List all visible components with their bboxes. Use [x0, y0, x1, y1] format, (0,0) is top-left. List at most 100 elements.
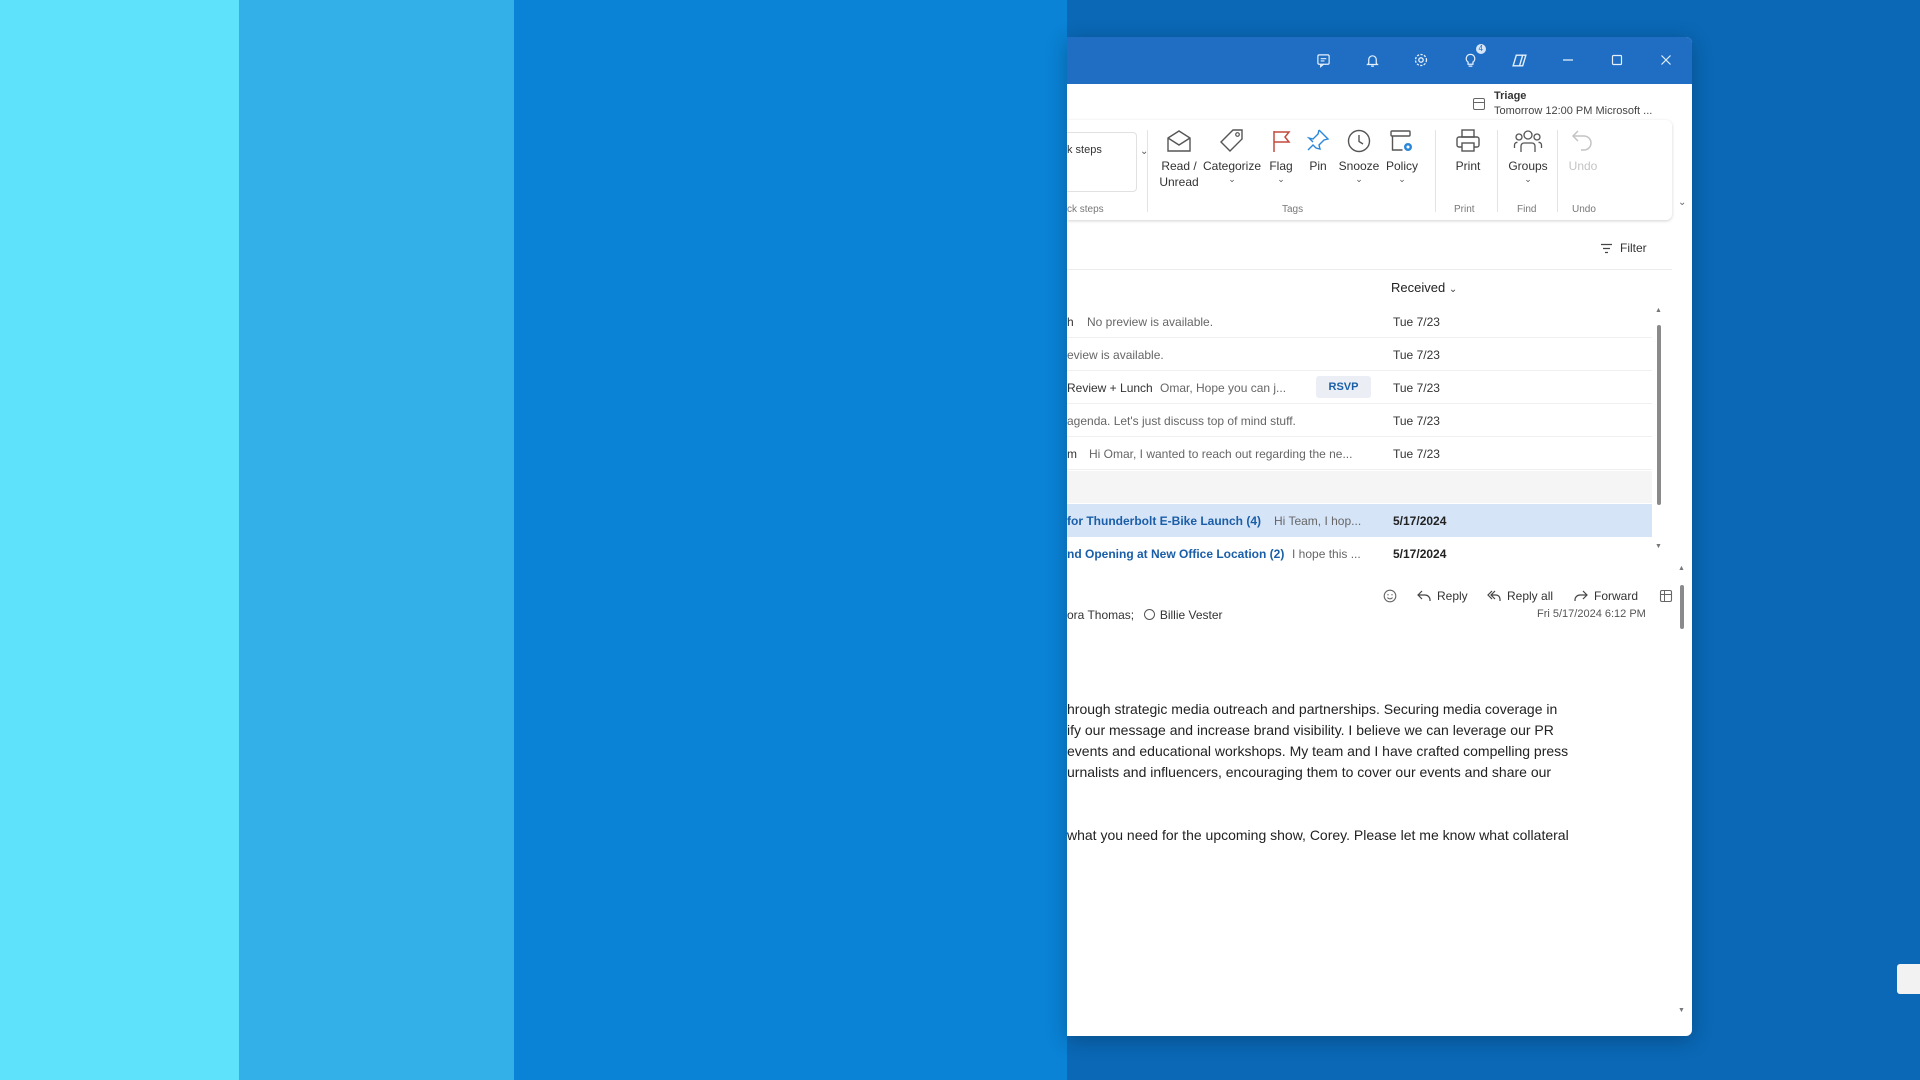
reply-all-button[interactable]: Reply all	[1487, 589, 1553, 603]
scroll-down-icon[interactable]: ▼	[1678, 1007, 1685, 1014]
ribbon: k steps ⌄ ck steps Read / Unread Categor…	[1067, 120, 1672, 220]
undo-group-label: Undo	[1572, 204, 1596, 215]
scroll-down-icon[interactable]: ▼	[1655, 543, 1662, 550]
message-date: Tue 7/23	[1393, 447, 1440, 461]
snooze-chevron-icon: ⌄	[1355, 174, 1363, 184]
quick-steps-group-label: ck steps	[1067, 204, 1104, 215]
recipient-name[interactable]: Billie Vester	[1160, 608, 1223, 622]
ribbon-separator	[1147, 130, 1148, 212]
print-button[interactable]: Print	[1446, 128, 1490, 174]
copilot-icon[interactable]	[1506, 47, 1532, 73]
flag-label: Flag	[1269, 159, 1293, 173]
undo-icon	[1571, 130, 1592, 151]
tag-icon	[1220, 129, 1243, 152]
policy-label: Policy	[1385, 159, 1418, 173]
gear-icon[interactable]	[1408, 47, 1434, 73]
tags-group-label: Tags	[1282, 204, 1304, 215]
scroll-up-icon[interactable]: ▲	[1655, 307, 1662, 314]
ribbon-separator	[1435, 130, 1436, 212]
reply-label: Reply	[1437, 589, 1468, 603]
message-body-line: hrough strategic media outreach and part…	[1067, 701, 1558, 717]
pin-button[interactable]: Pin	[1301, 128, 1335, 174]
message-row[interactable]: agenda. Let's just discuss top of mind s…	[1067, 404, 1652, 437]
message-row[interactable]: h No preview is available. Tue 7/23	[1067, 305, 1652, 338]
message-body-line: urnalists and influencers, encouraging t…	[1067, 764, 1552, 780]
recipient-line: ora Thomas; Billie Vester	[1067, 608, 1223, 622]
message-row[interactable]: nd Opening at New Office Location (2) I …	[1067, 537, 1652, 570]
reading-pane-scrollbar[interactable]: ▲ ▼	[1678, 565, 1686, 1025]
background-stripe-1	[0, 0, 239, 1080]
list-header-divider	[1067, 269, 1672, 270]
groups-button[interactable]: Groups ⌄	[1505, 128, 1551, 184]
people-icon	[1513, 130, 1543, 152]
message-date: Tue 7/23	[1393, 414, 1440, 428]
pin-icon	[1306, 129, 1330, 151]
notepad-icon[interactable]	[1310, 47, 1336, 73]
message-body-line: events and educational workshops. My tea…	[1067, 743, 1569, 759]
message-row[interactable]: eview is available. Tue 7/23	[1067, 338, 1652, 371]
read-unread-button[interactable]: Read / Unread	[1157, 128, 1201, 190]
flag-chevron-icon: ⌄	[1277, 174, 1285, 184]
policy-button[interactable]: Policy ⌄	[1382, 128, 1422, 184]
sort-received-label: Received	[1391, 280, 1446, 295]
flag-icon	[1273, 131, 1291, 152]
groups-chevron-icon: ⌄	[1524, 174, 1532, 184]
message-date: Tue 7/23	[1393, 315, 1440, 329]
find-group-label: Find	[1517, 204, 1537, 215]
snooze-button[interactable]: Snooze ⌄	[1336, 128, 1382, 184]
quick-steps-gallery[interactable]: k steps	[1067, 132, 1137, 192]
categorize-label: Categorize	[1202, 159, 1262, 173]
calendar-icon	[1473, 98, 1485, 110]
reply-all-icon	[1487, 590, 1501, 601]
message-list-scrollbar[interactable]: ▲ ▼	[1655, 307, 1662, 555]
edge-panel-tab[interactable]	[1897, 964, 1920, 994]
rsvp-button[interactable]: RSVP	[1316, 376, 1371, 398]
maximize-icon[interactable]	[1604, 47, 1630, 73]
message-row[interactable]: Review + Lunch Omar, Hope you can j... R…	[1067, 371, 1652, 404]
bell-icon[interactable]	[1359, 47, 1385, 73]
immersive-reader-icon[interactable]	[1659, 589, 1673, 603]
filter-label: Filter	[1620, 241, 1647, 255]
undo-button[interactable]: Undo	[1563, 128, 1603, 174]
categorize-button[interactable]: Categorize ⌄	[1201, 128, 1263, 184]
message-preview: Hi Omar, I wanted to reach out regarding…	[1089, 447, 1353, 461]
lightbulb-icon[interactable]: 4	[1457, 44, 1486, 73]
message-preview: eview is available.	[1067, 348, 1164, 362]
message-subject: m	[1067, 447, 1077, 461]
message-preview: agenda. Let's just discuss top of mind s…	[1067, 414, 1296, 428]
emoji-reaction-icon[interactable]	[1383, 589, 1397, 603]
ribbon-separator	[1557, 130, 1558, 212]
pin-label: Pin	[1309, 159, 1327, 173]
sort-received-button[interactable]: Received ⌄	[1391, 280, 1457, 295]
message-preview: No preview is available.	[1087, 315, 1214, 329]
message-subject: nd Opening at New Office Location (2)	[1067, 547, 1285, 561]
background-stripe-3	[514, 0, 1067, 1080]
message-body-line: what you need for the upcoming show, Cor…	[1067, 827, 1569, 843]
policy-chevron-icon: ⌄	[1398, 174, 1406, 184]
forward-button[interactable]: Forward	[1574, 589, 1638, 603]
message-subject: Review + Lunch	[1067, 381, 1153, 395]
scrollbar-thumb[interactable]	[1657, 325, 1661, 505]
triage-reminder[interactable]: Triage Tomorrow 12:00 PM Microsoft ...	[1467, 87, 1687, 121]
message-row-selected[interactable]: for Thunderbolt E-Bike Launch (4) Hi Tea…	[1067, 504, 1652, 537]
tips-badge: 4	[1475, 44, 1486, 54]
ribbon-expand-icon[interactable]: ⌄	[1678, 197, 1686, 208]
reply-button[interactable]: Reply	[1417, 589, 1468, 603]
scrollbar-thumb[interactable]	[1680, 585, 1684, 629]
read-unread-label-1: Read /	[1161, 159, 1197, 173]
filter-button[interactable]: Filter	[1600, 241, 1647, 255]
chevron-down-icon: ⌄	[1448, 284, 1458, 295]
message-preview: Hi Team, I hop...	[1274, 514, 1362, 528]
message-date: 5/17/2024	[1393, 547, 1447, 561]
recipient-name[interactable]: ora Thomas;	[1067, 608, 1134, 622]
message-date: 5/17/2024	[1393, 514, 1447, 528]
minimize-icon[interactable]	[1555, 47, 1581, 73]
reply-icon	[1417, 590, 1431, 601]
person-icon	[1143, 609, 1155, 620]
message-body-line: ify our message and increase brand visib…	[1067, 722, 1554, 738]
close-icon[interactable]	[1653, 47, 1679, 73]
scroll-up-icon[interactable]: ▲	[1678, 565, 1685, 572]
flag-button[interactable]: Flag ⌄	[1263, 128, 1299, 184]
message-row[interactable]: m Hi Omar, I wanted to reach out regardi…	[1067, 437, 1652, 470]
message-preview: I hope this ...	[1292, 547, 1361, 561]
